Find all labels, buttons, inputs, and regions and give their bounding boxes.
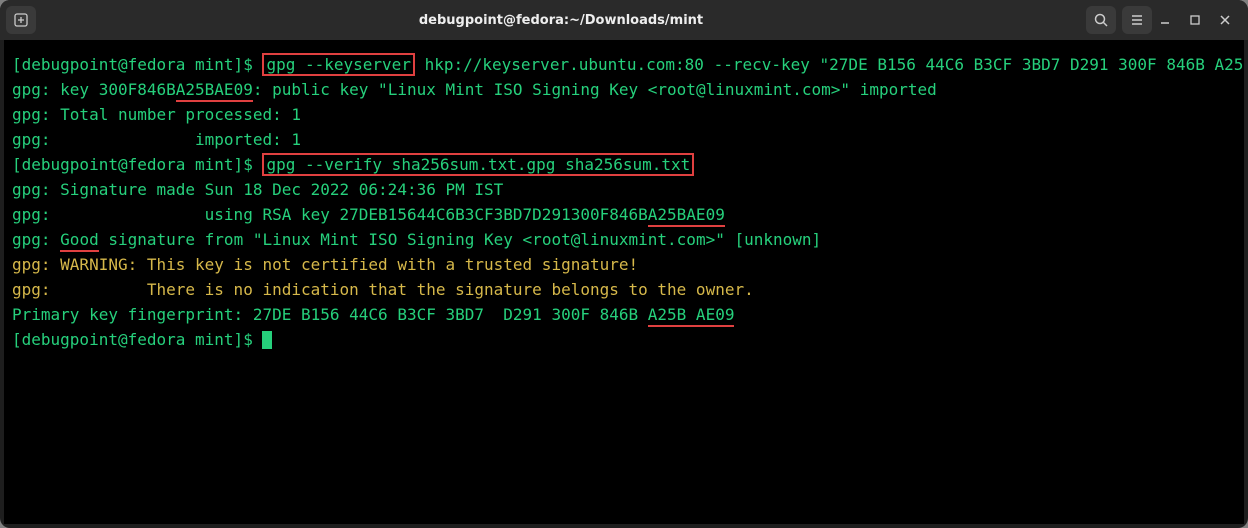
out1-l1b: : public key "Linux Mint ISO Signing Key… (253, 80, 937, 99)
cursor (262, 331, 272, 349)
search-button[interactable] (1086, 6, 1116, 34)
out1-l1a: gpg: key 300F846B (12, 80, 176, 99)
new-tab-button[interactable] (6, 6, 36, 34)
out1-l2: gpg: Total number processed: 1 (12, 105, 301, 124)
terminal-window: debugpoint@fedora:~/Downloads/mint [debu… (0, 0, 1248, 528)
hamburger-menu-button[interactable] (1122, 6, 1152, 34)
cmd2-highlight: gpg --verify sha256sum.txt.gpg sha256sum… (262, 153, 694, 176)
out1-l3: gpg: imported: 1 (12, 130, 301, 149)
out1-keyid: A25BAE09 (176, 80, 253, 102)
out2-l2a: gpg: using RSA key 27DEB15644C6B3CF3BD7D… (12, 205, 648, 224)
cmd1-highlight: gpg --keyserver (262, 53, 415, 76)
prompt: [debugpoint@fedora mint]$ (12, 155, 262, 174)
window-title: debugpoint@fedora:~/Downloads/mint (42, 13, 1080, 28)
out2-keyid: A25BAE09 (648, 205, 725, 227)
prompt: [debugpoint@fedora mint]$ (12, 330, 262, 349)
out2-l4: gpg: WARNING: This key is not certified … (12, 255, 638, 274)
minimize-button[interactable] (1158, 13, 1182, 27)
cmd1-rest: hkp://keyserver.ubuntu.com:80 --recv-key… (415, 55, 1244, 74)
out2-fp-tail: A25B AE09 (648, 305, 735, 327)
prompt: [debugpoint@fedora mint]$ (12, 55, 262, 74)
close-button[interactable] (1218, 13, 1242, 27)
out2-l1: gpg: Signature made Sun 18 Dec 2022 06:2… (12, 180, 503, 199)
out2-l3a: gpg: (12, 230, 60, 249)
titlebar: debugpoint@fedora:~/Downloads/mint (0, 0, 1248, 40)
out2-l3b: signature from "Linux Mint ISO Signing K… (99, 230, 821, 249)
out2-l6a: Primary key fingerprint: 27DE B156 44C6 … (12, 305, 648, 324)
terminal-body[interactable]: [debugpoint@fedora mint]$ gpg --keyserve… (4, 40, 1244, 524)
out2-l5: gpg: There is no indication that the sig… (12, 280, 754, 299)
out2-good: Good (60, 230, 99, 252)
maximize-button[interactable] (1188, 13, 1212, 27)
